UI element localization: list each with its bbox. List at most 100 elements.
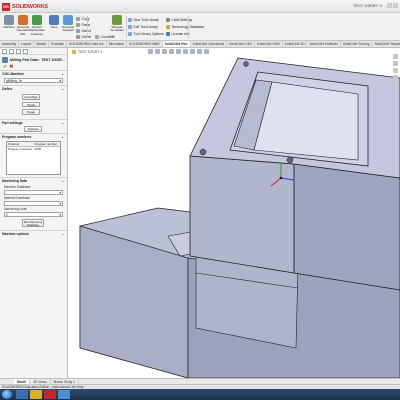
section-title[interactable]: CNC-Machine <box>2 72 65 77</box>
ds-logo-icon: DS <box>2 2 10 11</box>
ribbon-button-label: Save <box>50 25 58 29</box>
pocket-floor[interactable] <box>253 81 359 161</box>
feature-breadcrumb[interactable]: TEST 3/2DRY X <box>72 50 103 54</box>
new-library-icon <box>128 17 132 22</box>
property-manager-icon[interactable] <box>9 49 14 54</box>
extract-features-icon <box>32 15 42 25</box>
view-orientation-icon[interactable] <box>176 49 181 54</box>
ribbon-small-button-edit-library[interactable]: Edit Tool Library <box>128 24 158 29</box>
browser-taskbar-icon[interactable] <box>58 390 70 399</box>
ribbon-small-button-delete[interactable]: Delete <box>76 34 91 39</box>
appearances-icon[interactable] <box>393 82 398 87</box>
file-explorer-icon[interactable] <box>393 68 398 73</box>
previous-view-icon[interactable] <box>162 49 167 54</box>
command-manager-tabs: Assembly Layout Sketch Evaluate SOLIDWORKS A… <box>0 41 400 48</box>
ribbon-small-button-label: CoordMill <box>100 34 115 39</box>
program-numbers-section: Program numbers Channel Program number P… <box>0 133 67 177</box>
block-side-face[interactable] <box>293 163 400 291</box>
configuration-icon[interactable] <box>16 49 21 54</box>
ribbon-button-save[interactable]: Save <box>47 15 61 39</box>
ribbon-small-button-select[interactable]: Select <box>76 28 91 33</box>
tab-layout[interactable]: Layout <box>19 41 35 47</box>
corner-hole[interactable] <box>243 61 249 67</box>
tab-assembly[interactable]: Assembly <box>0 41 20 47</box>
start-button-icon[interactable] <box>2 390 12 399</box>
zoom-area-icon[interactable] <box>155 49 160 54</box>
view-palette-icon[interactable] <box>393 75 398 80</box>
tab-solidcam-3d[interactable]: SolidCAM 3D <box>283 41 308 47</box>
tab-solidcam-turning[interactable]: SolidCAM Turning <box>341 41 373 47</box>
section-title[interactable]: Machining Data <box>2 179 65 184</box>
ribbon-separator <box>188 16 189 38</box>
title-bar: DS SOLIDWORKS TEST 3/2DRY X <box>0 0 400 13</box>
ribbon-small-button-info[interactable]: License Info <box>166 31 190 36</box>
section-title[interactable]: Define <box>2 87 65 92</box>
tab-solidcam-hsm[interactable]: SolidCAM HSM <box>255 41 283 47</box>
ribbon-small-button-paste[interactable]: Paste <box>76 22 90 27</box>
design-library-icon[interactable] <box>393 61 398 66</box>
edit-machining-database-button[interactable]: Edit Machining Database <box>22 219 44 227</box>
machine-database-select[interactable] <box>4 190 63 195</box>
cancel-x-icon[interactable]: ✖ <box>9 64 13 70</box>
tab-solidcam-part[interactable]: SolidCAM Part <box>162 41 191 47</box>
select-icon <box>76 28 80 33</box>
folder-taskbar-icon[interactable] <box>30 390 42 399</box>
zoom-to-fit-icon[interactable] <box>148 49 153 54</box>
ribbon-button-machine[interactable]: Machine <box>2 15 16 39</box>
hide-show-icon[interactable] <box>190 49 195 54</box>
settings-button[interactable]: Settings <box>24 126 42 132</box>
graphics-viewport[interactable]: TEST 3/2DRY X <box>68 48 400 378</box>
material-database-select[interactable] <box>4 201 63 206</box>
stock-button[interactable]: Stock <box>22 101 40 107</box>
appearance-icon[interactable] <box>197 49 202 54</box>
resources-icon[interactable] <box>393 54 398 59</box>
section-title[interactable]: Machine options <box>2 232 65 237</box>
target-button[interactable]: Target <box>22 109 40 115</box>
corner-hole[interactable] <box>286 156 294 164</box>
scene-icon[interactable] <box>204 49 209 54</box>
app-logo[interactable]: DS SOLIDWORKS <box>2 2 48 11</box>
ok-check-icon[interactable]: ✔ <box>3 64 7 70</box>
tab-simulation[interactable]: Simulation <box>107 41 127 47</box>
ribbon-button-extract-features[interactable]: Extract Machinable Features <box>29 15 45 39</box>
display-style-icon[interactable] <box>183 49 188 54</box>
explorer-taskbar-icon[interactable] <box>16 390 28 399</box>
ribbon-small-button-label: Copy <box>81 16 90 21</box>
feature-tree-icon[interactable] <box>2 49 7 54</box>
tab-solidcam-operations[interactable]: SolidCAM Operations <box>191 41 228 47</box>
save-icon <box>49 15 59 25</box>
document-title: TEST 3/2DRY X <box>353 3 382 8</box>
minimize-icon[interactable] <box>387 3 392 8</box>
ribbon-small-button-database[interactable]: Technology Database <box>166 24 204 29</box>
part-model[interactable] <box>68 48 400 378</box>
tab-solidcam-2-5d[interactable]: SolidCAM 2.5D <box>227 41 255 47</box>
maximize-icon[interactable] <box>393 3 398 8</box>
corner-hole[interactable] <box>199 148 207 156</box>
ribbon-button-generate-plan[interactable]: Generate Operation Plan <box>16 15 30 39</box>
ribbon-small-button-library-options[interactable]: Tool Library Options <box>128 31 164 36</box>
tab-solidcam-templates[interactable]: SolidCAM Templates <box>372 41 400 47</box>
column-header: Program number <box>34 142 58 146</box>
tab-solidworks-add-ins[interactable]: SOLIDWORKS Add-Ins <box>67 41 107 47</box>
tab-solidworks-mbd[interactable]: SOLIDWORKS MBD <box>127 41 163 47</box>
solidworks-taskbar-icon[interactable] <box>44 390 56 399</box>
windows-taskbar <box>0 389 400 400</box>
dimxpert-icon[interactable] <box>23 49 28 54</box>
program-numbers-table[interactable]: Channel Program number Program numbers 0… <box>6 141 61 175</box>
ribbon-button-toolpath[interactable]: Generate Toolpath <box>61 15 75 39</box>
machining-level-select[interactable]: 0 <box>4 212 63 217</box>
ribbon-small-button-coord[interactable]: CoordMill <box>95 34 115 39</box>
ribbon-button-label: Manage Templates <box>110 25 124 33</box>
section-view-icon[interactable] <box>169 49 174 54</box>
coordsys-button[interactable]: CoordSys <box>22 94 40 100</box>
table-row[interactable]: Program numbers 0000 <box>7 147 60 151</box>
block-front-face[interactable] <box>189 155 295 274</box>
ribbon-small-button-new-library[interactable]: New Tool Library <box>128 17 159 22</box>
column-header: Channel <box>8 142 20 146</box>
tab-solidcam-multiaxis[interactable]: SolidCAM Multiaxis <box>307 41 341 47</box>
tab-evaluate[interactable]: Evaluate <box>49 41 68 47</box>
section-title[interactable]: Program numbers <box>2 135 65 140</box>
delete-icon <box>76 34 80 39</box>
machine-select[interactable]: gMilling_3x <box>4 78 63 83</box>
tab-sketch[interactable]: Sketch <box>34 41 50 47</box>
